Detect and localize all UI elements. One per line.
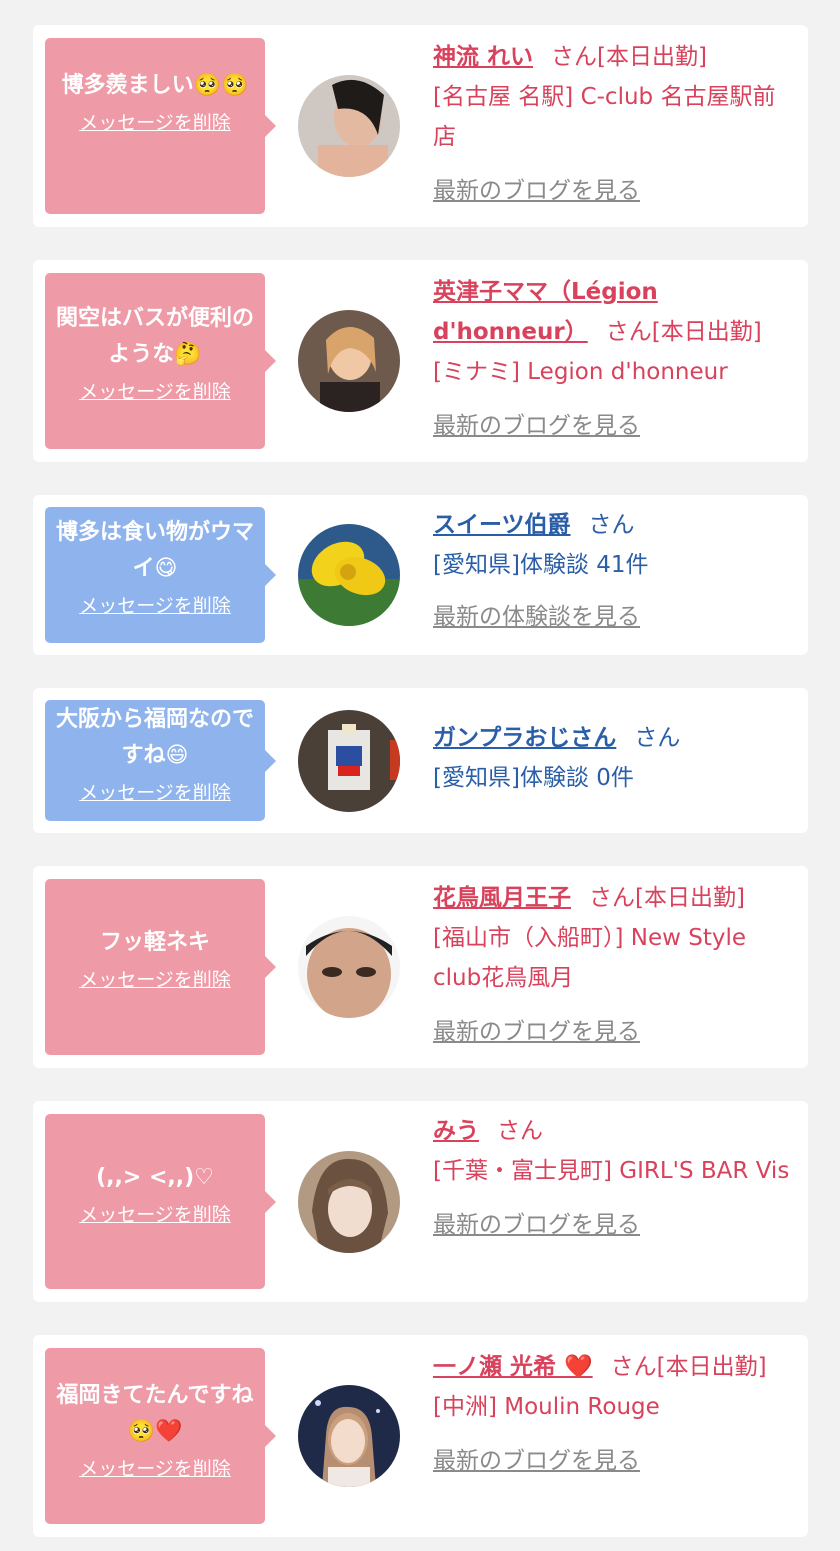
card: 関空はバスが便利のような🤔 メッセージを削除 英津子ママ（Légion d'ho… <box>33 260 808 462</box>
latest-review-link[interactable]: 最新の体験談を見る <box>433 604 640 630</box>
name-suffix: さん[本日出勤] <box>605 319 762 345</box>
card: 博多羨ましい🥺🥺 メッセージを削除 神流 れい さん[本日出勤] [名古屋 名駅]… <box>33 25 808 227</box>
name-suffix: さん[本日出勤] <box>610 1354 767 1380</box>
name-suffix: さん[本日出勤] <box>551 44 707 70</box>
card: (,,> <,,)♡ メッセージを削除 みう さん [千葉・富士見町] GIRL'… <box>33 1101 808 1302</box>
delete-message-link[interactable]: メッセージを削除 <box>53 778 257 808</box>
card: 福岡きてたんですね🥺❤️ メッセージを削除 一ノ瀬 光希 ❤️ さん[本日出勤] … <box>33 1335 808 1537</box>
shop-detail: [福山市（入船町）] New Style club花鳥風月 <box>433 925 747 991</box>
cast-name-link[interactable]: 花鳥風月王子 <box>433 885 571 911</box>
latest-blog-link[interactable]: 最新のブログを見る <box>433 178 640 204</box>
user-name-link[interactable]: ガンプラおじさん <box>433 725 616 751</box>
cast-name-link[interactable]: みう <box>433 1118 479 1144</box>
user-name-link[interactable]: スイーツ伯爵 <box>433 512 571 538</box>
message-bubble: 福岡きてたんですね🥺❤️ メッセージを削除 <box>45 1348 276 1524</box>
name-suffix: さん <box>497 1118 543 1144</box>
latest-blog-link[interactable]: 最新のブログを見る <box>433 1212 640 1238</box>
avatar[interactable] <box>298 710 400 812</box>
name-suffix: さん[本日出勤] <box>589 885 745 911</box>
name-suffix: さん <box>634 725 681 751</box>
shop-detail: [千葉・富士見町] GIRL'S BAR Vis <box>433 1158 790 1184</box>
name-suffix: さん <box>588 512 635 538</box>
message-text: 大阪から福岡なのですね😄 <box>55 707 254 768</box>
card: 大阪から福岡なのですね😄 メッセージを削除 ガンプラおじさん さん [愛知県]体験… <box>33 688 808 833</box>
delete-message-link[interactable]: メッセージを削除 <box>53 1454 257 1484</box>
card-info: みう さん [千葉・富士見町] GIRL'S BAR Vis 最新のブログを見る <box>433 1111 796 1245</box>
message-text: フッ軽ネキ <box>99 930 210 955</box>
latest-blog-link[interactable]: 最新のブログを見る <box>433 1448 640 1474</box>
message-text: 福岡きてたんですね🥺❤️ <box>56 1383 254 1444</box>
delete-message-link[interactable]: メッセージを削除 <box>53 1200 257 1230</box>
avatar[interactable] <box>298 1151 400 1253</box>
avatar[interactable] <box>298 524 400 626</box>
message-bubble: (,,> <,,)♡ メッセージを削除 <box>45 1114 276 1289</box>
message-text: 博多羨ましい🥺🥺 <box>61 73 249 98</box>
delete-message-link[interactable]: メッセージを削除 <box>53 108 257 138</box>
message-bubble: 大阪から福岡なのですね😄 メッセージを削除 <box>45 700 276 821</box>
message-bubble: 博多羨ましい🥺🥺 メッセージを削除 <box>45 38 276 214</box>
cast-name-link[interactable]: 神流 れい <box>433 44 533 70</box>
message-bubble: 博多は食い物がウマイ😋 メッセージを削除 <box>45 507 276 643</box>
card: 博多は食い物がウマイ😋 メッセージを削除 スイーツ伯爵 さん [愛知県]体験談 4… <box>33 495 808 655</box>
message-text: 博多は食い物がウマイ😋 <box>55 520 254 581</box>
message-text: 関空はバスが便利のような🤔 <box>55 306 254 367</box>
review-count: [愛知県]体験談 41件 <box>433 552 649 578</box>
avatar[interactable] <box>298 1385 400 1487</box>
message-bubble: 関空はバスが便利のような🤔 メッセージを削除 <box>45 273 276 449</box>
review-count: [愛知県]体験談 0件 <box>433 765 634 791</box>
latest-blog-link[interactable]: 最新のブログを見る <box>433 413 640 439</box>
message-text: (,,> <,,)♡ <box>96 1165 214 1190</box>
card-info: 英津子ママ（Légion d'honneur） さん[本日出勤] [ミナミ] Le… <box>433 272 796 446</box>
shop-detail: [中洲] Moulin Rouge <box>433 1394 660 1420</box>
card-info: ガンプラおじさん さん [愛知県]体験談 0件 <box>433 718 796 798</box>
shop-detail: [名古屋 名駅] C-club 名古屋駅前店 <box>433 84 776 150</box>
delete-message-link[interactable]: メッセージを削除 <box>53 377 257 407</box>
delete-message-link[interactable]: メッセージを削除 <box>53 965 257 995</box>
cast-name-link[interactable]: 一ノ瀬 光希 ❤️ <box>433 1354 593 1380</box>
card-info: スイーツ伯爵 さん [愛知県]体験談 41件 最新の体験談を見る <box>433 505 796 637</box>
card-info: 一ノ瀬 光希 ❤️ さん[本日出勤] [中洲] Moulin Rouge 最新のブ… <box>433 1347 796 1481</box>
avatar[interactable] <box>298 75 400 177</box>
card: フッ軽ネキ メッセージを削除 花鳥風月王子 さん[本日出勤] [福山市（入船町）]… <box>33 866 808 1068</box>
card-info: 花鳥風月王子 さん[本日出勤] [福山市（入船町）] New Style club… <box>433 878 796 1052</box>
shop-detail: [ミナミ] Legion d'honneur <box>433 359 728 385</box>
delete-message-link[interactable]: メッセージを削除 <box>53 591 257 621</box>
message-bubble: フッ軽ネキ メッセージを削除 <box>45 879 276 1055</box>
avatar[interactable] <box>298 916 400 1018</box>
card-info: 神流 れい さん[本日出勤] [名古屋 名駅] C-club 名古屋駅前店 最新の… <box>433 37 796 211</box>
latest-blog-link[interactable]: 最新のブログを見る <box>433 1019 640 1045</box>
avatar[interactable] <box>298 310 400 412</box>
